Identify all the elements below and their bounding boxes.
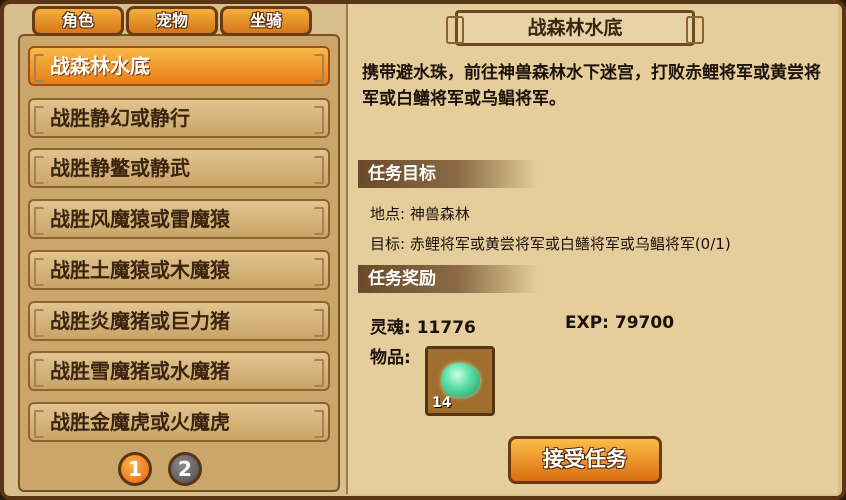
quest-item-2[interactable]: 战胜静幻或静行 (28, 98, 330, 138)
reward-exp: EXP: 79700 (565, 313, 675, 333)
quest-item-1[interactable]: 战森林水底 (28, 46, 330, 86)
quest-location: 地点: 神兽森林 (370, 205, 470, 223)
page-1-button[interactable]: 1 (118, 452, 152, 486)
reward-items-label: 物品: (370, 348, 411, 368)
quest-description: 携带避水珠，前往神兽森林水下迷宫，打败赤鲤将军或黄尝将军或白鳝将军或乌鲳将军。 (362, 63, 821, 109)
page-2-button[interactable]: 2 (168, 452, 202, 486)
quest-target: 目标: 赤鲤将军或黄尝将军或白鳝将军或乌鲳将军(0/1) (370, 235, 731, 253)
green-gem-icon (442, 363, 480, 397)
reward-item-count: 14 (432, 395, 452, 411)
quest-item-8[interactable]: 战胜金魔虎或火魔虎 (28, 402, 330, 442)
quest-item-7[interactable]: 战胜雪魔猪或水魔猪 (28, 351, 330, 391)
tab-pet[interactable]: 宠物 (126, 6, 218, 36)
reward-section-header: 任务奖励 (358, 265, 538, 293)
quest-title: 战森林水底 (446, 10, 704, 46)
quest-item-4[interactable]: 战胜风魔猿或雷魔猿 (28, 199, 330, 239)
reward-soul: 灵魂: 11776 (370, 318, 476, 338)
tab-character[interactable]: 角色 (32, 6, 124, 36)
tab-mount[interactable]: 坐骑 (220, 6, 312, 36)
goal-section-header: 任务目标 (358, 160, 538, 188)
accept-quest-button[interactable]: 接受任务 (508, 436, 662, 484)
quest-item-3[interactable]: 战胜静鳖或静武 (28, 148, 330, 188)
quest-item-6[interactable]: 战胜炎魔猪或巨力猪 (28, 301, 330, 341)
quest-item-5[interactable]: 战胜土魔猿或木魔猿 (28, 250, 330, 290)
reward-item-slot[interactable]: 14 (425, 346, 495, 416)
